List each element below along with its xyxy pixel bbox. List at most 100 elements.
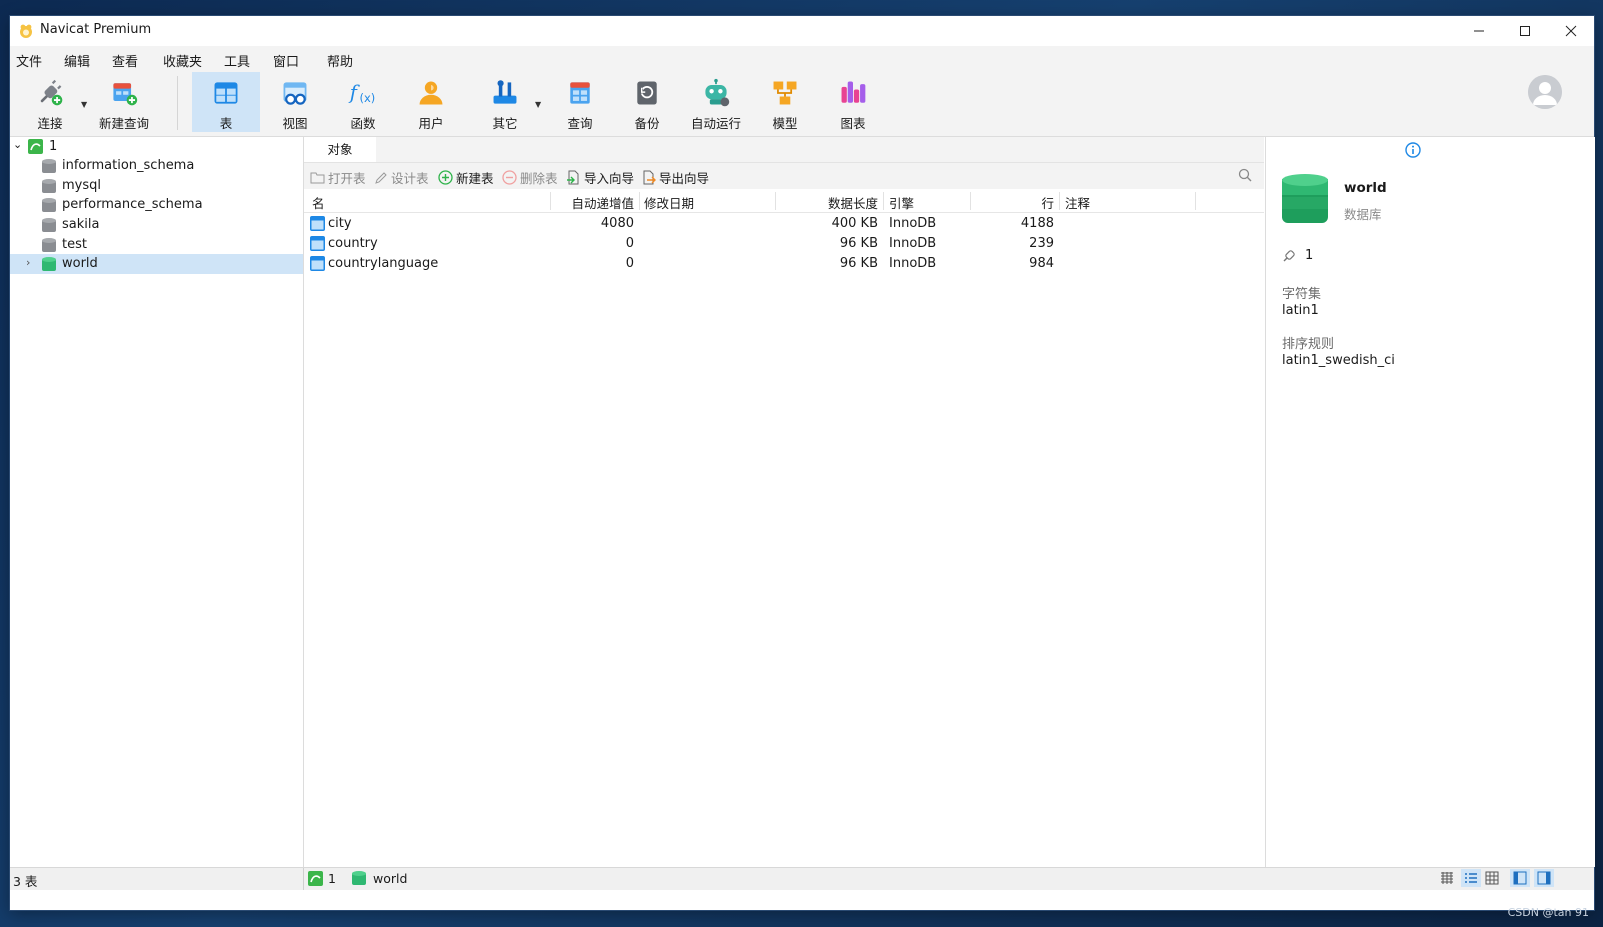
export-wizard-label: 导出向导 [659,171,710,186]
navigator-pane: ⌄ 1 information_schema mysql performance… [10,137,304,867]
chart-button[interactable]: 图表 [828,72,878,132]
query-icon [570,82,590,104]
new-table-button[interactable]: 新建表 [438,168,494,187]
info-connection: 1 [1305,248,1314,263]
database-icon [42,179,56,193]
col-rows-header[interactable]: 行 [974,193,1054,212]
col-comment-header[interactable]: 注释 [1065,193,1090,212]
minimize-icon [1474,30,1484,32]
menu-favorites[interactable]: 收藏夹 [163,51,202,70]
toggle-sidebar-button[interactable] [1510,869,1530,887]
charset-value: latin1 [1282,303,1319,318]
user-button[interactable]: 用户 [406,72,456,132]
delete-table-button[interactable]: 删除表 [502,168,558,187]
tree-db-row[interactable]: sakila [10,215,303,235]
list-view-button[interactable] [1461,869,1481,887]
col-name-header[interactable]: 名 [312,193,325,212]
open-database-icon [42,257,56,271]
column-divider[interactable] [1059,192,1060,210]
table-label: 表 [219,116,233,131]
tree-db-row[interactable]: information_schema [10,156,303,176]
table-header: 名 自动递增值 修改日期 数据长度 引擎 行 注释 [304,190,1264,213]
info-db-name: world [1344,180,1387,196]
tree-db-row-selected[interactable]: › world [10,254,303,274]
menu-tools[interactable]: 工具 [224,51,250,70]
search-icon[interactable] [1238,168,1252,182]
automation-button[interactable]: 自动运行 [688,72,744,132]
import-wizard-button[interactable]: 导入向导 [566,168,634,187]
table-icon [310,216,325,231]
table-icon [214,82,238,104]
backup-label: 备份 [634,116,660,131]
table-icon [310,256,325,271]
menu-file[interactable]: 文件 [16,51,42,70]
toggle-info-panel-button[interactable] [1534,869,1554,887]
db-label: test [62,237,87,252]
table-row[interactable]: countrylanguage 0 96 KB InnoDB 984 [304,254,1264,274]
menu-window[interactable]: 窗口 [273,51,299,70]
others-dropdown-icon[interactable]: ▼ [535,100,541,109]
menu-view[interactable]: 查看 [112,51,138,70]
info-db-type: 数据库 [1344,207,1382,222]
query-label: 查询 [567,116,593,131]
column-divider[interactable] [639,192,640,210]
col-auto-increment-header[interactable]: 自动递增值 [554,193,634,212]
user-icon [419,81,443,105]
import-wizard-label: 导入向导 [584,171,635,186]
tree-db-row[interactable]: performance_schema [10,195,303,215]
minimize-button[interactable] [1456,16,1502,46]
cell-engine: InnoDB [889,236,937,251]
open-table-button[interactable]: 打开表 [310,168,366,187]
design-table-button[interactable]: 设计表 [374,168,429,187]
tree-connection-row[interactable]: ⌄ 1 [10,137,303,157]
view-button[interactable]: 视图 [270,72,320,132]
column-divider[interactable] [883,192,884,210]
tab-strip: 对象 [304,137,1264,163]
connect-label: 连接 [37,116,63,131]
model-button[interactable]: 模型 [760,72,810,132]
backup-icon [637,81,657,105]
backup-button[interactable]: 备份 [622,72,672,132]
charset-label: 字符集 [1282,287,1322,302]
sidebar-left-icon [1513,871,1527,885]
status-database: world [373,871,408,886]
table-row[interactable]: country 0 96 KB InnoDB 239 [304,234,1264,254]
export-wizard-button[interactable]: 导出向导 [641,168,709,187]
table-row[interactable]: city 4080 400 KB InnoDB 4188 [304,214,1264,234]
info-icon[interactable] [1405,142,1421,158]
menu-edit[interactable]: 编辑 [64,51,90,70]
database-icon [42,159,56,173]
col-modified-header[interactable]: 修改日期 [644,193,694,212]
cell-engine: InnoDB [889,256,937,271]
objects-pane: 对象 打开表 设计表 新建表 删除表 导入向导 导出向导 名 自动递增值 修改日… [304,137,1264,867]
connect-dropdown-icon[interactable]: ▼ [81,100,87,109]
collation-label: 排序规则 [1282,337,1335,352]
new-query-button[interactable]: 新建查询 [96,72,152,132]
column-divider[interactable] [550,192,551,210]
function-button[interactable]: f (x) 函数 [338,72,388,132]
tree-db-row[interactable]: test [10,235,303,255]
expand-chevron-icon[interactable]: ⌄ [13,138,22,151]
connection-plug-icon [1283,250,1295,262]
query-button[interactable]: 查询 [555,72,605,132]
export-icon [643,170,656,185]
grid-view-button[interactable] [1440,871,1454,889]
chart-label: 图表 [840,116,866,131]
col-engine-header[interactable]: 引擎 [889,193,914,212]
maximize-button[interactable] [1502,16,1548,46]
connect-button[interactable]: 连接 [24,72,76,132]
detail-view-button[interactable] [1485,871,1499,889]
tab-objects[interactable]: 对象 [304,137,376,162]
sidebar-right-icon [1537,871,1551,885]
table-button[interactable]: 表 [192,72,260,132]
menu-help[interactable]: 帮助 [327,51,353,70]
col-data-length-header[interactable]: 数据长度 [780,193,878,212]
close-button[interactable] [1548,16,1594,46]
column-divider[interactable] [775,192,776,210]
column-divider[interactable] [1195,192,1196,210]
others-button[interactable]: 其它 [480,72,530,132]
tree-db-row[interactable]: mysql [10,176,303,196]
expand-chevron-icon[interactable]: › [26,256,30,269]
column-divider[interactable] [970,192,971,210]
user-avatar[interactable] [1528,75,1562,109]
